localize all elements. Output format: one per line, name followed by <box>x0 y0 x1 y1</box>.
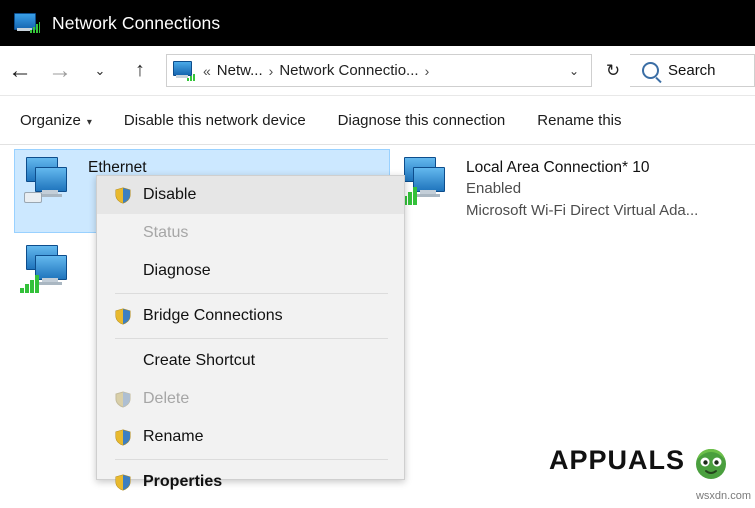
connections-list: Ethernet Local Area Connection* 10 Enabl… <box>0 145 755 508</box>
navigation-bar: ← → ⌄ ↑ « Netw... › Network Connectio...… <box>0 46 755 96</box>
diagnose-connection-button[interactable]: Diagnose this connection <box>322 112 522 129</box>
connection-adapter: Microsoft Wi-Fi Direct Virtual Ada... <box>466 200 698 222</box>
search-box[interactable]: Search <box>630 54 755 87</box>
breadcrumb-separator-1[interactable]: › <box>263 63 280 79</box>
menu-item-label: Disable <box>143 186 196 204</box>
connection-name: Local Area Connection* 10 <box>466 157 698 178</box>
network-connections-window: Network Connections ← → ⌄ ↑ « Netw... › … <box>0 0 755 507</box>
organize-label: Organize <box>20 112 81 129</box>
network-adapter-icon <box>18 153 80 209</box>
rename-connection-button[interactable]: Rename this <box>521 112 637 129</box>
menu-item-label: Status <box>143 224 188 242</box>
forward-icon[interactable]: → <box>40 49 80 93</box>
menu-item-label: Bridge Connections <box>143 307 283 325</box>
up-icon[interactable]: ↑ <box>120 49 160 93</box>
menu-separator <box>115 293 388 294</box>
breadcrumb-item-0[interactable]: Netw... <box>217 62 263 79</box>
menu-item-label: Delete <box>143 390 189 408</box>
organize-button[interactable]: Organize ▾ <box>0 112 108 129</box>
menu-item-label: Create Shortcut <box>143 352 255 370</box>
source-label: wsxdn.com <box>696 490 751 502</box>
menu-item-rename[interactable]: Rename <box>97 418 404 456</box>
back-icon[interactable]: ← <box>0 49 40 93</box>
list-item-secondary[interactable] <box>18 241 80 297</box>
shield-icon <box>115 187 143 204</box>
menu-separator <box>115 459 388 460</box>
search-icon <box>642 62 659 79</box>
title-bar: Network Connections <box>0 0 755 46</box>
wifi-direct-adapter-icon <box>396 153 458 209</box>
local-area-connection-labels: Local Area Connection* 10 Enabled Micros… <box>458 153 698 222</box>
shield-icon <box>115 429 143 446</box>
command-bar: Organize ▾ Disable this network device Di… <box>0 96 755 145</box>
window-title: Network Connections <box>52 13 220 34</box>
menu-item-bridge-connections[interactable]: Bridge Connections <box>97 297 404 335</box>
menu-item-label: Diagnose <box>143 262 211 280</box>
menu-separator <box>115 338 388 339</box>
menu-item-delete: Delete <box>97 380 404 418</box>
disable-network-device-button[interactable]: Disable this network device <box>108 112 322 129</box>
address-network-icon <box>167 55 197 86</box>
menu-item-properties[interactable]: Properties <box>97 463 404 501</box>
appuals-logo-icon <box>689 438 733 482</box>
menu-item-status: Status <box>97 214 404 252</box>
address-bar[interactable]: « Netw... › Network Connectio... › ⌄ <box>166 54 592 87</box>
chevron-down-icon: ▾ <box>87 117 92 128</box>
recent-locations-icon[interactable]: ⌄ <box>80 49 120 93</box>
network-connection-icon <box>14 11 40 35</box>
breadcrumb-separator-2[interactable]: › <box>419 63 436 79</box>
breadcrumb-item-1[interactable]: Network Connectio... <box>279 62 418 79</box>
menu-item-create-shortcut[interactable]: Create Shortcut <box>97 342 404 380</box>
breadcrumb-separator-0: « <box>197 63 217 79</box>
menu-item-disable[interactable]: Disable <box>97 176 404 214</box>
network-adapter-icon <box>18 241 80 297</box>
menu-item-diagnose[interactable]: Diagnose <box>97 252 404 290</box>
list-item-local-area-connection-10[interactable]: Local Area Connection* 10 Enabled Micros… <box>396 153 698 222</box>
connection-status: Enabled <box>466 178 698 200</box>
watermark: APPUALS <box>549 438 733 482</box>
context-menu[interactable]: Disable Status Diagnose Bridge Connections C… <box>96 175 405 480</box>
shield-icon <box>115 308 143 325</box>
chevron-down-icon[interactable]: ⌄ <box>565 64 591 78</box>
menu-item-label: Rename <box>143 428 203 446</box>
watermark-brand: APPUALS <box>549 445 685 476</box>
menu-item-label: Properties <box>143 473 222 491</box>
shield-icon <box>115 391 143 408</box>
shield-icon <box>115 474 143 491</box>
search-placeholder: Search <box>668 62 716 79</box>
refresh-icon[interactable]: ↻ <box>596 61 630 81</box>
